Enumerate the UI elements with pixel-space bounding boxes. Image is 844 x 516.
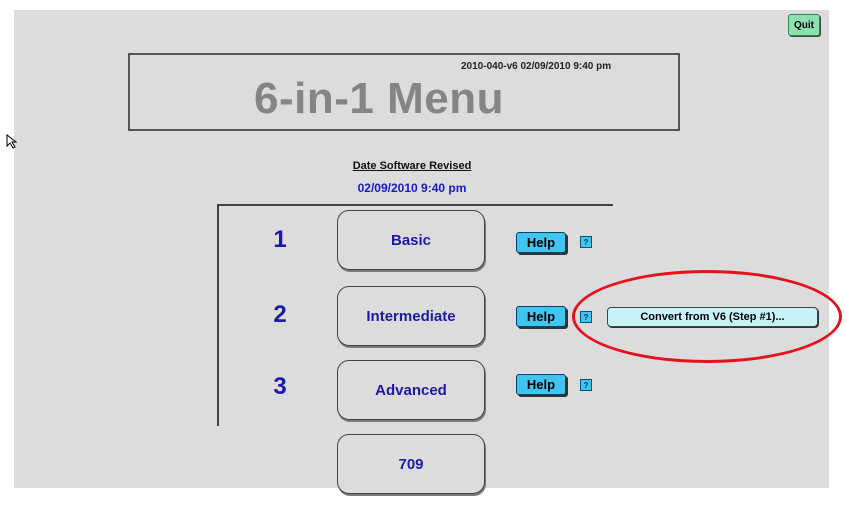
question-icon-basic[interactable]: ?: [580, 236, 592, 248]
menu-number-1: 1: [273, 226, 287, 253]
divider-vertical: [217, 204, 219, 426]
question-icon-intermediate[interactable]: ?: [580, 311, 592, 323]
advanced-button[interactable]: Advanced: [337, 360, 485, 420]
709-button[interactable]: 709: [337, 434, 485, 494]
question-icon-advanced[interactable]: ?: [580, 379, 592, 391]
help-button-basic[interactable]: Help: [516, 232, 566, 253]
page-title: 6-in-1 Menu: [254, 74, 504, 123]
revision-date: 02/09/2010 9:40 pm: [357, 181, 467, 195]
quit-button[interactable]: Quit: [788, 14, 820, 36]
divider-horizontal: [218, 204, 613, 206]
revision-label: Date Software Revised: [352, 160, 472, 172]
menu-number-3: 3: [273, 373, 287, 400]
intermediate-button[interactable]: Intermediate: [337, 286, 485, 346]
convert-from-v6-button[interactable]: Convert from V6 (Step #1)...: [607, 307, 818, 327]
mouse-pointer-icon: [6, 134, 18, 149]
menu-number-2: 2: [273, 301, 287, 328]
basic-button[interactable]: Basic: [337, 210, 485, 270]
help-button-advanced[interactable]: Help: [516, 374, 566, 395]
version-text: 2010-040-v6 02/09/2010 9:40 pm: [461, 61, 612, 72]
help-button-intermediate[interactable]: Help: [516, 306, 566, 327]
